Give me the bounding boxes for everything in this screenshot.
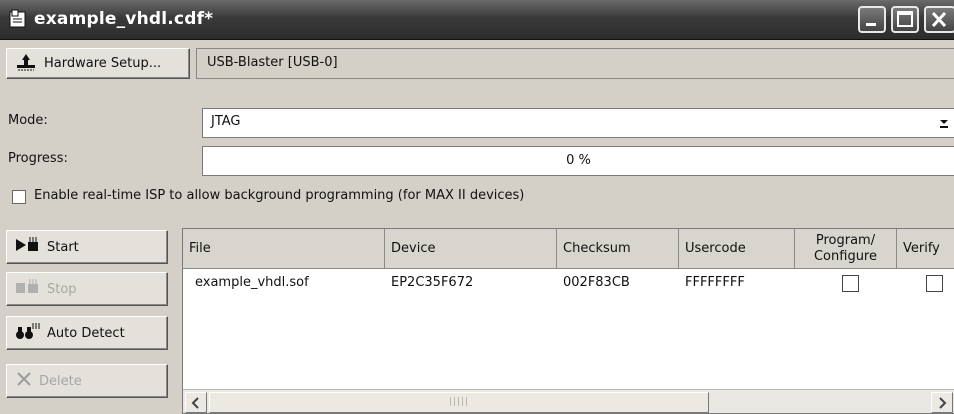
verify-checkbox[interactable] [926, 275, 943, 292]
mode-value: JTAG [211, 114, 241, 129]
hardware-setup-label: Hardware Setup... [44, 56, 162, 71]
row-usercode: FFFFFFFF [685, 275, 745, 290]
delete-button[interactable]: Delete [6, 364, 168, 398]
stop-button[interactable]: Stop [6, 272, 168, 306]
mode-select[interactable]: JTAG [202, 108, 954, 138]
column-header-program-configure[interactable]: Program/ Configure [795, 229, 897, 269]
start-button[interactable]: Start [6, 230, 168, 264]
scroll-left-button[interactable] [185, 392, 207, 413]
title-bar: example_vhdl.cdf* [0, 0, 954, 40]
auto-detect-button[interactable]: Auto Detect [6, 316, 168, 350]
progress-bar: 0 % [202, 146, 954, 176]
stop-icon [15, 278, 41, 300]
isp-checkbox[interactable] [12, 190, 26, 204]
auto-detect-label: Auto Detect [47, 325, 125, 341]
hardware-value: USB-Blaster [USB-0] [196, 48, 954, 79]
column-header-device[interactable]: Device [385, 229, 557, 269]
delete-x-icon [15, 370, 33, 392]
horizontal-scrollbar[interactable]: ||||| [183, 389, 954, 413]
column-header-usercode[interactable]: Usercode [679, 229, 795, 269]
hardware-setup-button[interactable]: Hardware Setup... [6, 48, 190, 79]
delete-label: Delete [39, 373, 82, 389]
window-title: example_vhdl.cdf* [34, 9, 214, 29]
isp-label: Enable real-time ISP to allow background… [34, 188, 525, 203]
column-header-verify[interactable]: Verify [897, 229, 954, 269]
mode-label: Mode: [8, 113, 48, 128]
start-icon [15, 236, 41, 258]
row-file: example_vhdl.sof [195, 275, 309, 290]
scrollbar-thumb[interactable]: ||||| [209, 392, 709, 413]
column-header-file[interactable]: File [183, 229, 385, 269]
device-table: File Device Checksum Usercode Program/ C… [182, 228, 954, 414]
cdf-file-icon [8, 9, 28, 29]
program-configure-checkbox[interactable] [842, 275, 859, 292]
row-device: EP2C35F672 [391, 275, 474, 290]
close-button[interactable] [924, 6, 954, 33]
chevron-down-icon[interactable] [938, 117, 950, 133]
binoculars-icon [15, 322, 41, 344]
minimize-button[interactable] [858, 6, 886, 33]
start-label: Start [47, 239, 79, 255]
hardware-icon [15, 53, 37, 75]
column-header-checksum[interactable]: Checksum [557, 229, 679, 269]
scroll-right-button[interactable] [931, 392, 953, 413]
stop-label: Stop [47, 281, 77, 297]
progress-label: Progress: [8, 151, 68, 166]
row-checksum: 002F83CB [563, 275, 630, 290]
progress-value: 0 % [566, 153, 591, 168]
maximize-button[interactable] [891, 6, 919, 33]
